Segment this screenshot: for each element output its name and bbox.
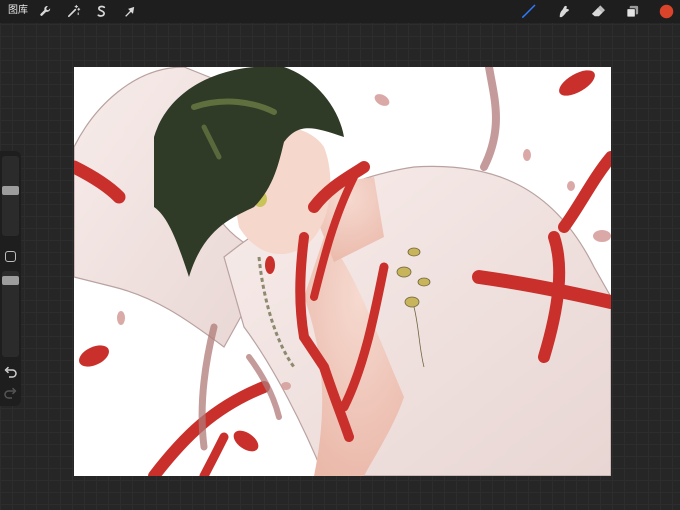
selection-s-icon[interactable] — [94, 4, 109, 19]
gallery-button[interactable]: 图库 — [8, 3, 28, 19]
arrow-cursor-icon[interactable] — [122, 4, 137, 19]
artwork-illustration — [74, 67, 611, 476]
smudge-icon[interactable] — [556, 4, 571, 19]
undo-icon[interactable] — [3, 366, 18, 380]
top-toolbar: 图库 — [0, 0, 680, 23]
opacity-slider[interactable] — [2, 271, 19, 357]
brush-icon[interactable] — [521, 4, 536, 19]
brush-size-thumb[interactable] — [2, 186, 19, 195]
brush-size-slider[interactable] — [2, 156, 19, 236]
wrench-icon[interactable] — [38, 4, 53, 19]
drawing-canvas[interactable] — [74, 67, 611, 476]
opacity-thumb[interactable] — [2, 276, 19, 285]
left-sidebar — [0, 151, 21, 406]
layers-icon[interactable] — [625, 4, 640, 19]
magic-wand-icon[interactable] — [66, 4, 81, 19]
modify-button[interactable] — [5, 251, 16, 262]
color-swatch-icon[interactable] — [659, 4, 674, 19]
redo-icon[interactable] — [3, 387, 18, 401]
eraser-icon[interactable] — [590, 4, 605, 19]
